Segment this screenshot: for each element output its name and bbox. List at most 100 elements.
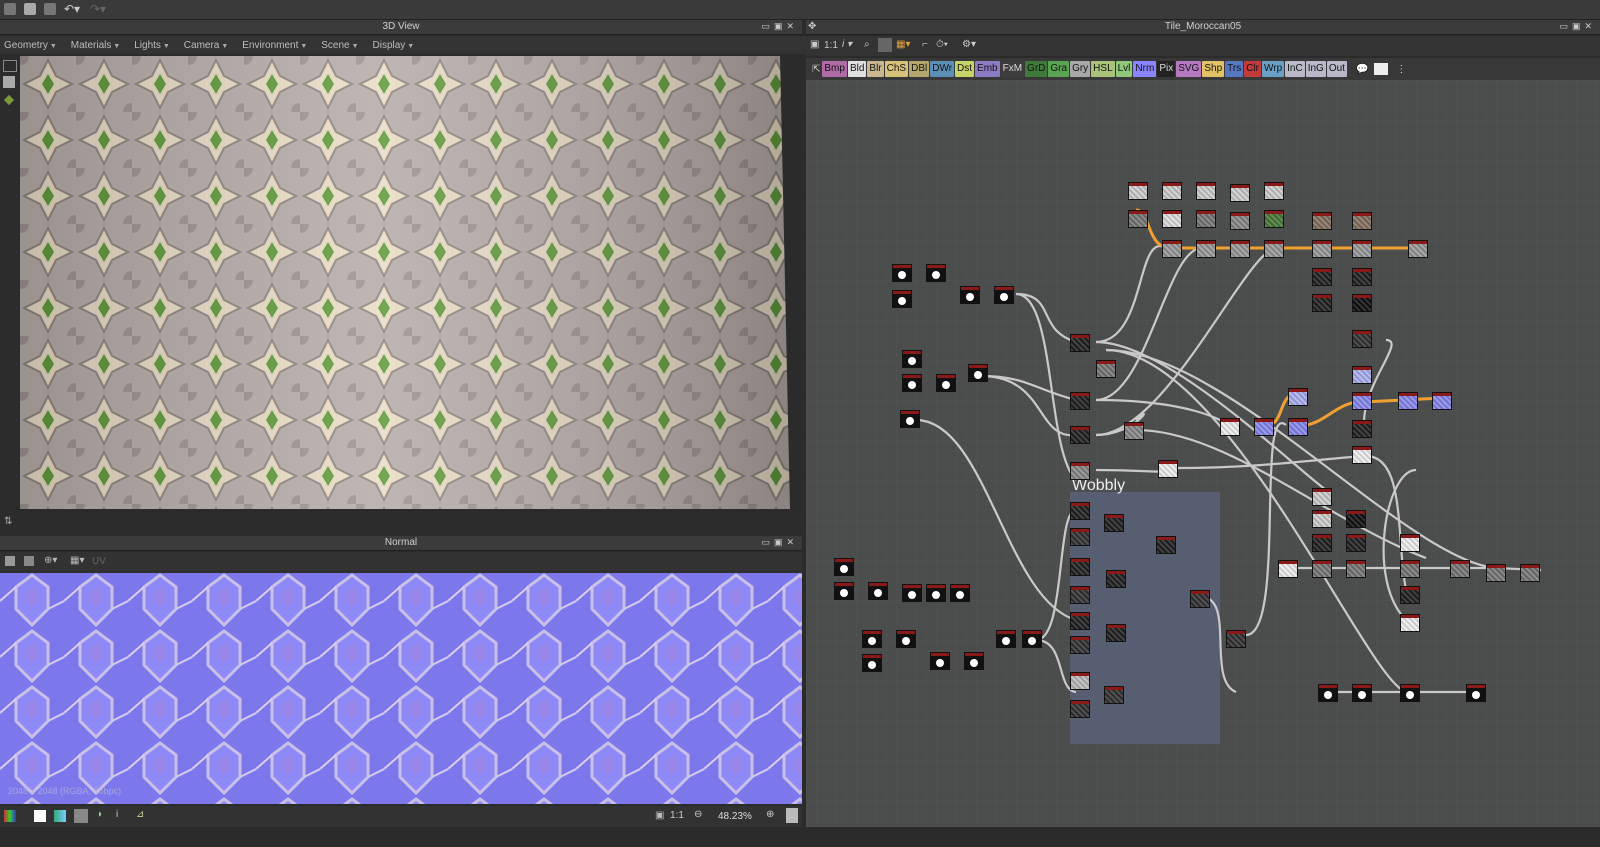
node-chip-nrm[interactable]: Nrm (1133, 61, 1157, 77)
graph-node[interactable] (1070, 334, 1090, 352)
panel-window-buttons[interactable]: ▭▣✕ (761, 21, 798, 32)
graph-node[interactable] (1264, 182, 1284, 200)
graph-node[interactable] (994, 286, 1014, 304)
open-folder-icon[interactable] (24, 3, 36, 15)
menu-environment[interactable]: Environment (242, 40, 307, 51)
graph-node[interactable] (1070, 558, 1090, 576)
tiling-dropdown-icon[interactable]: ▦▾ (70, 555, 84, 566)
redo-icon[interactable]: ↷▾ (90, 2, 106, 16)
search-icon[interactable]: ⌕ (864, 39, 870, 50)
menu-materials[interactable]: Materials (71, 40, 120, 51)
graph-node[interactable] (1106, 624, 1126, 642)
graph-node[interactable] (1070, 700, 1090, 718)
node-chip-grd[interactable]: GrD (1025, 61, 1048, 77)
node-chip-wrp[interactable]: Wrp (1262, 61, 1285, 77)
menu-camera[interactable]: Camera (184, 40, 228, 51)
node-chip-inc[interactable]: InC (1285, 61, 1305, 77)
graph-node[interactable] (1288, 418, 1308, 436)
graph-node[interactable] (1070, 586, 1090, 604)
new-graph-icon[interactable] (4, 3, 16, 15)
graph-node[interactable] (1346, 534, 1366, 552)
save-icon[interactable] (44, 3, 56, 15)
graph-node[interactable] (1312, 268, 1332, 286)
graph-node[interactable] (1352, 212, 1372, 230)
panel-window-buttons[interactable]: ▭▣✕ (761, 537, 798, 548)
view-options-icon[interactable]: ⇅ (4, 516, 12, 527)
graph-node[interactable] (1230, 184, 1250, 202)
lock-icon[interactable] (786, 808, 798, 823)
graph-node[interactable] (936, 374, 956, 392)
settings-gear-icon[interactable]: ⚙▾ (962, 39, 976, 50)
graph-node[interactable] (902, 584, 922, 602)
graph-node[interactable] (1352, 684, 1372, 702)
graph-node[interactable] (1400, 534, 1420, 552)
graph-node[interactable] (1070, 612, 1090, 630)
graph-node[interactable] (896, 630, 916, 648)
graph-ratio-label[interactable]: 1:1 (824, 40, 838, 51)
fit-icon[interactable]: ▣ (655, 810, 664, 821)
graph-node[interactable] (1312, 488, 1332, 506)
graph-node[interactable] (1346, 510, 1366, 528)
timer-icon[interactable]: ⏱▾ (936, 39, 948, 50)
graph-node[interactable] (892, 264, 912, 282)
graph-node[interactable] (1352, 446, 1372, 464)
move-icon[interactable]: ✥ (808, 21, 816, 32)
graph-node[interactable] (1408, 240, 1428, 258)
graph-node[interactable] (1226, 630, 1246, 648)
uv-toggle[interactable]: UV (92, 556, 106, 567)
graph-node[interactable] (1278, 560, 1298, 578)
graph-node[interactable] (1106, 570, 1126, 588)
graph-node[interactable] (1104, 686, 1124, 704)
graph-node[interactable] (834, 558, 854, 576)
graph-node[interactable] (1312, 534, 1332, 552)
node-chip-shp[interactable]: Shp (1202, 61, 1225, 77)
graph-node[interactable] (1312, 212, 1332, 230)
graph-node[interactable] (1128, 182, 1148, 200)
graph-node[interactable] (1196, 210, 1216, 228)
graph-node[interactable] (1124, 422, 1144, 440)
graph-node[interactable] (1432, 392, 1452, 410)
zoom-in-icon[interactable]: ⊕ (766, 809, 774, 820)
frame-icon[interactable]: ▣ (810, 39, 819, 50)
graph-node[interactable] (1070, 462, 1090, 480)
graph-node[interactable] (960, 286, 980, 304)
node-chip-dwr[interactable]: DWr (930, 61, 955, 77)
graph-node[interactable] (1022, 630, 1042, 648)
channel-dropdown-icon[interactable]: ⊕▾ (44, 555, 57, 566)
channel-icon[interactable] (54, 810, 66, 822)
graph-node[interactable] (1312, 294, 1332, 312)
node-chip-svg[interactable]: SVG (1176, 61, 1202, 77)
camera-tool-icon[interactable] (3, 60, 17, 72)
graph-node[interactable] (1070, 636, 1090, 654)
graph-node[interactable] (926, 264, 946, 282)
graph-node[interactable] (1400, 614, 1420, 632)
graph-node[interactable] (1096, 360, 1116, 378)
node-chip-lvl[interactable]: Lvl (1115, 61, 1133, 77)
graph-node[interactable] (1254, 418, 1274, 436)
graph-node[interactable] (1230, 212, 1250, 230)
graph-node[interactable] (1520, 564, 1540, 582)
graph-node[interactable] (1352, 240, 1372, 258)
graph-node[interactable] (1196, 182, 1216, 200)
graph-node[interactable] (1162, 182, 1182, 200)
link-style-icon[interactable]: ⌐ (922, 39, 928, 50)
graph-node[interactable] (1070, 426, 1090, 444)
graph-node[interactable] (964, 652, 984, 670)
graph-node[interactable] (1352, 420, 1372, 438)
node-chip-bmp[interactable]: Bmp (822, 61, 847, 77)
graph-node[interactable] (1400, 560, 1420, 578)
node-chip-blr[interactable]: Blr (867, 61, 884, 77)
export-icon[interactable] (24, 556, 34, 566)
graph-node[interactable] (1220, 418, 1240, 436)
select-tool-icon[interactable] (3, 76, 15, 88)
graph-icon[interactable]: ⊿ (136, 809, 144, 820)
node-graph-canvas[interactable]: Wobbly (806, 80, 1600, 827)
graph-node[interactable] (968, 364, 988, 382)
node-chip-hsl[interactable]: HSL (1091, 61, 1115, 77)
graph-node[interactable] (1312, 240, 1332, 258)
graph-node[interactable] (868, 582, 888, 600)
node-chip-clr[interactable]: Clr (1244, 61, 1261, 77)
histogram-icon[interactable]: ◑ (96, 809, 102, 820)
align-icon[interactable]: ▦▾ (896, 39, 910, 50)
graph-node[interactable] (1450, 560, 1470, 578)
